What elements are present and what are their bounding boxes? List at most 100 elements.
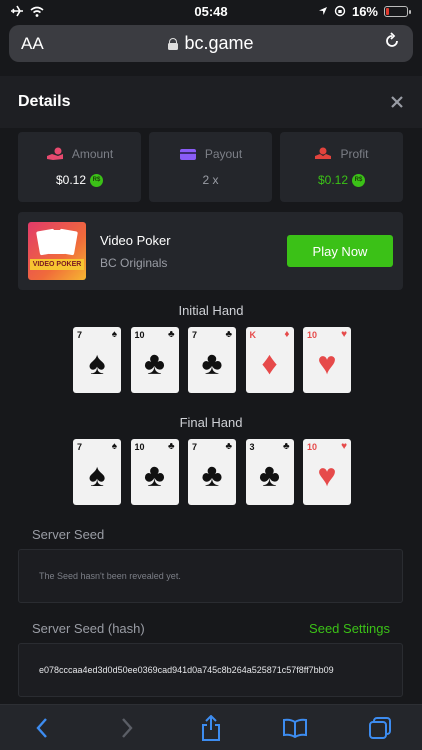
card-suit: ♣ xyxy=(144,457,165,493)
initial-hand-card: 7 ♠ ♠ xyxy=(73,327,121,393)
bookmarks-button[interactable] xyxy=(275,708,315,748)
battery-icon xyxy=(384,5,411,17)
chevron-left-icon xyxy=(36,717,48,738)
amount-label: Amount xyxy=(71,147,114,161)
reload-icon xyxy=(386,31,398,47)
final-hand-card: 3 ♣ ♣ xyxy=(245,439,294,505)
card-suit: ♣ xyxy=(201,457,223,493)
address-bar[interactable]: AA bc.game xyxy=(9,25,413,62)
server-seed-hash-field[interactable]: e078cccaa4ed3d0d50ee0369cad941d0a745c8b2… xyxy=(18,643,403,697)
close-icon xyxy=(391,96,403,108)
game-thumbnail[interactable]: VIDEO POKER xyxy=(28,222,86,280)
url-field[interactable]: bc.game xyxy=(61,33,361,54)
profit-icon xyxy=(315,147,332,159)
card-suit-small: ♣ xyxy=(282,441,290,452)
rotation-lock-icon xyxy=(334,5,346,17)
card-suit-small: ♦ xyxy=(284,329,290,340)
seed-settings-link[interactable]: Seed Settings xyxy=(309,621,390,636)
airplane-icon xyxy=(11,5,23,17)
card-suit-small: ♥ xyxy=(341,441,347,452)
url-domain: bc.game xyxy=(184,33,254,53)
card-rank: 10 xyxy=(134,330,145,340)
card-suit: ♠ xyxy=(88,457,106,493)
initial-hand-card: K ♦ ♦ xyxy=(245,327,294,393)
book-icon xyxy=(283,718,308,738)
card-suit: ♥ xyxy=(317,457,337,493)
payout-value: 2 x xyxy=(202,173,219,187)
card-rank: 7 xyxy=(192,330,198,340)
hand-coin-icon xyxy=(46,147,63,160)
card-rank: 10 xyxy=(134,442,145,452)
battery-percent: 16% xyxy=(351,3,378,19)
initial-hand: 7 ♠ ♠ 10 ♣ ♣ 7 ♣ ♣ K ♦ ♦ 10 ♥ ♥ xyxy=(73,327,351,393)
details-content: Amount $0.12 R$ Payout 2 x Profit $0.12 xyxy=(0,128,422,704)
initial-hand-card: 7 ♣ ♣ xyxy=(188,327,236,393)
thumbnail-label: VIDEO POKER xyxy=(30,259,84,270)
tabs-icon xyxy=(368,716,391,739)
initial-hand-card: 10 ♣ ♣ xyxy=(130,327,179,393)
card-rank: 7 xyxy=(77,330,83,340)
profit-value: $0.12 xyxy=(317,173,349,187)
final-hand-title: Final Hand xyxy=(179,415,243,430)
game-provider: BC Originals xyxy=(100,255,168,270)
card-suit: ♦ xyxy=(261,345,278,381)
card-suit: ♠ xyxy=(88,345,106,381)
tabs-button[interactable] xyxy=(360,708,400,748)
share-button[interactable] xyxy=(191,708,231,748)
initial-hand-title: Initial Hand xyxy=(178,303,244,318)
card-suit-small: ♥ xyxy=(341,329,347,340)
card-suit-small: ♠ xyxy=(111,329,117,340)
modal-header: Details xyxy=(0,76,422,128)
profit-stat: Profit $0.12 R$ xyxy=(280,132,403,202)
reader-options-button[interactable]: AA xyxy=(21,34,61,54)
reload-button[interactable] xyxy=(361,31,401,56)
game-name: Video Poker xyxy=(100,232,171,248)
share-icon xyxy=(201,714,220,741)
card-rank: 10 xyxy=(307,330,318,340)
card-suit: ♥ xyxy=(317,345,337,381)
card-suit-small: ♣ xyxy=(167,329,175,340)
card-suit: ♣ xyxy=(201,345,223,381)
server-seed-field[interactable]: The Seed hasn't been revealed yet. xyxy=(18,549,403,603)
card-suit-small: ♣ xyxy=(225,441,232,452)
final-hand-card: 10 ♥ ♥ xyxy=(303,439,351,505)
bet-stats: Amount $0.12 R$ Payout 2 x Profit $0.12 xyxy=(18,132,403,202)
card-rank: K xyxy=(249,330,257,340)
game-card: VIDEO POKER Video Poker BC Originals Pla… xyxy=(18,212,403,290)
payout-stat: Payout 2 x xyxy=(149,132,272,202)
lock-icon xyxy=(168,37,179,50)
back-button[interactable] xyxy=(22,708,62,748)
status-bar: 05:48 16% xyxy=(0,0,422,22)
card-icon xyxy=(179,148,196,160)
card-suit-small: ♠ xyxy=(111,441,117,452)
initial-hand-card: 10 ♥ ♥ xyxy=(303,327,351,393)
card-rank: 3 xyxy=(249,442,255,452)
card-suit-small: ♣ xyxy=(167,441,175,452)
close-button[interactable] xyxy=(390,90,404,114)
card-rank: 10 xyxy=(307,442,318,452)
modal-title: Details xyxy=(18,93,71,110)
card-rank: 7 xyxy=(77,442,83,452)
browser-toolbar xyxy=(0,704,422,750)
final-hand: 7 ♠ ♠ 10 ♣ ♣ 7 ♣ ♣ 3 ♣ ♣ 10 ♥ ♥ xyxy=(73,439,351,505)
location-icon xyxy=(318,7,327,15)
card-suit: ♣ xyxy=(144,345,165,381)
profit-label: Profit xyxy=(340,147,369,161)
server-seed-hash-label: Server Seed (hash) xyxy=(32,621,145,636)
card-suit-small: ♣ xyxy=(225,329,232,340)
card-rank: 7 xyxy=(192,442,198,452)
wifi-icon xyxy=(30,6,44,17)
server-seed-label: Server Seed xyxy=(32,527,105,542)
final-hand-card: 7 ♣ ♣ xyxy=(188,439,236,505)
final-hand-card: 7 ♠ ♠ xyxy=(73,439,121,505)
amount-value: $0.12 xyxy=(55,173,87,187)
final-hand-card: 10 ♣ ♣ xyxy=(130,439,179,505)
amount-stat: Amount $0.12 R$ xyxy=(18,132,141,202)
card-suit: ♣ xyxy=(259,457,280,493)
payout-label: Payout xyxy=(204,147,243,161)
chevron-right-icon xyxy=(121,717,133,738)
forward-button[interactable] xyxy=(107,708,147,748)
play-now-button[interactable]: Play Now xyxy=(287,235,393,267)
coin-icon: R$ xyxy=(90,173,104,187)
coin-icon: R$ xyxy=(352,173,366,187)
